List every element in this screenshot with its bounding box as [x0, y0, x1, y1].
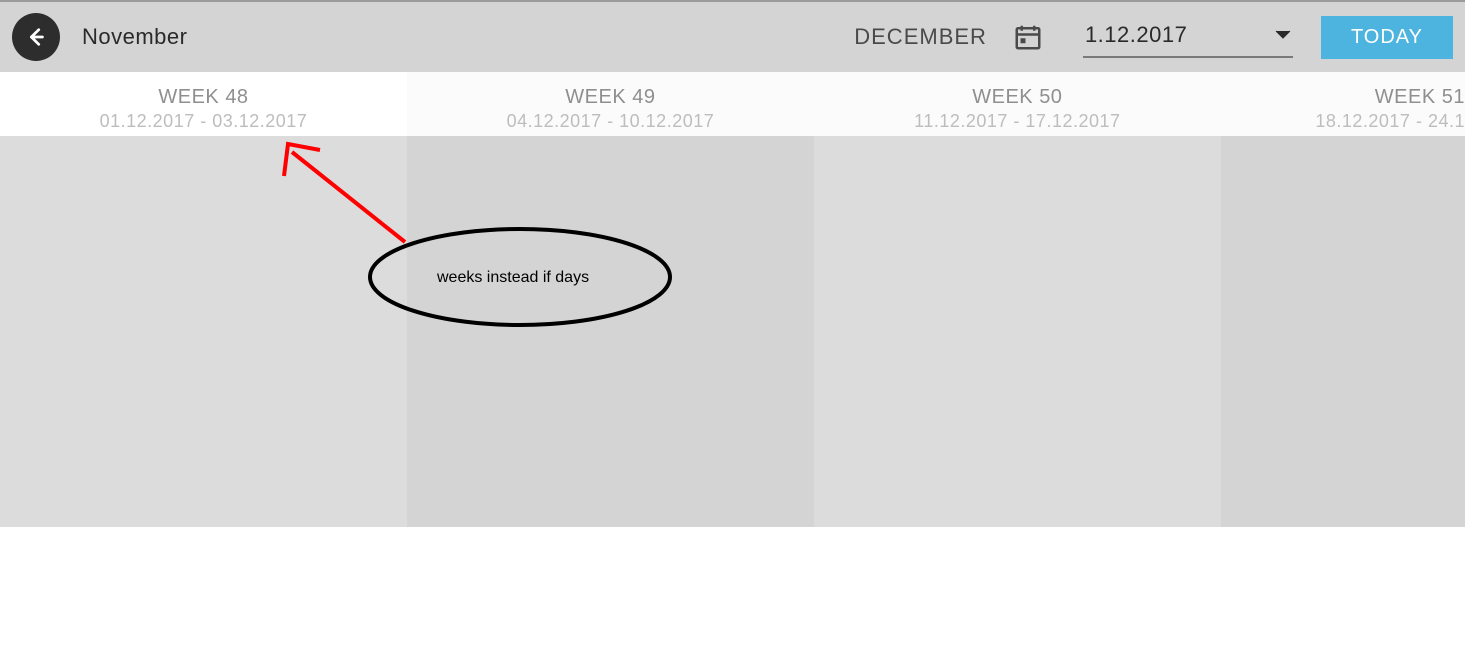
- week-range: 04.12.2017 - 10.12.2017: [407, 111, 814, 132]
- today-button[interactable]: TODAY: [1321, 16, 1453, 59]
- app-root: November DECEMBER 1.12.2017 TODAY WEEK 4…: [0, 0, 1465, 648]
- week-range: 18.12.2017 - 24.1: [1221, 111, 1465, 132]
- previous-month-label[interactable]: November: [82, 24, 187, 50]
- arrow-left-icon: [25, 26, 47, 48]
- week-column-48[interactable]: WEEK 48 01.12.2017 - 03.12.2017: [0, 72, 407, 136]
- week-range: 01.12.2017 - 03.12.2017: [0, 111, 407, 132]
- back-button[interactable]: [12, 13, 60, 61]
- body-column-51[interactable]: [1221, 136, 1465, 527]
- calendar-body: [0, 136, 1465, 527]
- week-column-49[interactable]: WEEK 49 04.12.2017 - 10.12.2017: [407, 72, 814, 136]
- top-toolbar: November DECEMBER 1.12.2017 TODAY: [0, 0, 1465, 72]
- current-month-title: DECEMBER: [854, 24, 987, 50]
- week-title: WEEK 51: [1221, 86, 1465, 109]
- week-range: 11.12.2017 - 17.12.2017: [814, 111, 1221, 132]
- body-column-49[interactable]: [407, 136, 814, 527]
- week-header-row: WEEK 48 01.12.2017 - 03.12.2017 WEEK 49 …: [0, 72, 1465, 136]
- week-title: WEEK 49: [407, 86, 814, 109]
- week-title: WEEK 48: [0, 86, 407, 109]
- week-column-51[interactable]: WEEK 51 18.12.2017 - 24.1: [1221, 72, 1465, 136]
- date-dropdown-value: 1.12.2017: [1085, 22, 1187, 48]
- chevron-down-icon: [1275, 30, 1291, 40]
- body-column-50[interactable]: [814, 136, 1221, 527]
- date-dropdown[interactable]: 1.12.2017: [1083, 16, 1293, 58]
- week-title: WEEK 50: [814, 86, 1221, 109]
- calendar-icon[interactable]: [1013, 22, 1043, 52]
- body-column-48[interactable]: [0, 136, 407, 527]
- week-column-50[interactable]: WEEK 50 11.12.2017 - 17.12.2017: [814, 72, 1221, 136]
